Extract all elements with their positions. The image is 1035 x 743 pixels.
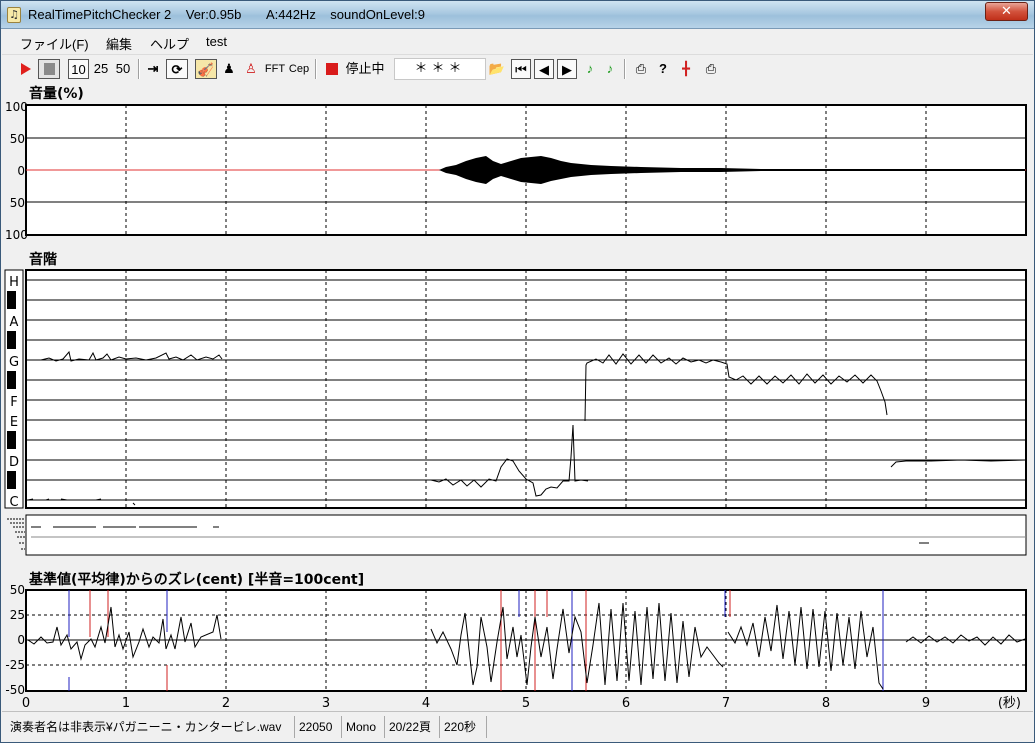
open-folder-icon[interactable]: 📂 (488, 59, 506, 79)
window-title: RealTimePitchChecker 2 Ver:0.95b A:442Hz… (28, 7, 425, 22)
status-indicator: 停止中 (345, 61, 385, 76)
volume-plot (25, 104, 1027, 236)
scale-pane-label: 音階 (29, 252, 57, 268)
cep-button[interactable]: Cep (288, 59, 310, 79)
previous-page-icon[interactable]: ◀ (534, 59, 554, 79)
time-tick: 0 (22, 696, 30, 711)
fft-button[interactable]: FFT (264, 59, 286, 79)
time-tick: 3 (322, 696, 330, 711)
time-tick: 6 (622, 696, 630, 711)
title-bar: ♫ RealTimePitchChecker 2 Ver:0.95b A:442… (1, 1, 1034, 29)
time-tick: 1 (122, 696, 130, 711)
menu-help[interactable]: ヘルプ (150, 34, 189, 53)
note-icon[interactable]: ♪ (582, 59, 598, 79)
status-length: 220秒 (439, 716, 480, 738)
toolbar-separator (624, 59, 626, 79)
status-sample-rate: 22050 (294, 716, 336, 738)
note-label: G (9, 355, 19, 370)
play-button[interactable] (18, 59, 34, 79)
intensity-strip (7, 514, 1027, 556)
note-label: F (10, 395, 17, 410)
note-alt-icon[interactable]: ♪ (602, 59, 618, 79)
menu-bar: ファイル(F) 編集 ヘルプ test (2, 31, 1033, 53)
note-label: C (9, 495, 18, 510)
menu-edit[interactable]: 編集 (106, 34, 132, 53)
time-tick: 7 (722, 696, 730, 711)
time-tick: 8 (822, 696, 830, 711)
note-label: A (10, 315, 19, 330)
help-icon[interactable]: ? (655, 59, 671, 79)
toolbar: 10 25 50 ⇥ ⟳ 🎻 ♟ ♙ FFT Cep 停止中 ＊＊＊ 📂 ⏮ ◀… (2, 54, 1033, 82)
skip-to-end-icon[interactable]: ⇥ (144, 59, 162, 79)
speed-10-button[interactable]: 10 (68, 59, 89, 79)
note-label: H (9, 275, 19, 290)
scale-plot: H A G F E D C (4, 269, 1027, 510)
close-button[interactable]: ✕ (985, 2, 1028, 21)
time-tick: 5 (522, 696, 530, 711)
status-file: 演奏者名は非表示¥パガニーニ・カンタービレ.wav (10, 720, 282, 734)
time-tick: 2 (222, 696, 230, 711)
menu-file[interactable]: ファイル(F) (20, 34, 89, 53)
menu-test[interactable]: test (206, 34, 227, 49)
status-channels: Mono (341, 716, 380, 738)
note-label: D (9, 455, 19, 470)
stop-button[interactable] (38, 59, 60, 79)
record-button[interactable] (324, 59, 340, 79)
record-icon (326, 63, 338, 75)
violin-icon[interactable]: 🎻 (195, 59, 217, 79)
speed-25-button[interactable]: 25 (91, 59, 111, 79)
player-icon[interactable]: ♟ (220, 59, 238, 79)
cent-pane-label: 基準値(平均律)からのズレ(cent) [半音=100cent] (29, 572, 365, 588)
first-page-icon[interactable]: ⏮ (511, 59, 531, 79)
volume-pane-label: 音量(%) (29, 86, 84, 102)
status-bar: 演奏者名は非表示¥パガニーニ・カンタービレ.wav 22050 Mono 20/… (2, 711, 1033, 742)
play-icon (21, 63, 31, 75)
time-tick: 9 (922, 696, 930, 711)
time-unit-label: (秒) (998, 696, 1021, 711)
cent-plot: 0 1 2 3 4 5 6 7 8 9 (秒) (22, 589, 1027, 711)
status-divider (486, 716, 487, 738)
speed-50-button[interactable]: 50 (113, 59, 133, 79)
loop-icon[interactable]: ⟳ (166, 59, 188, 79)
stop-icon (44, 63, 55, 75)
toolbar-separator (138, 59, 140, 79)
toolbar-separator (315, 59, 317, 79)
next-page-icon[interactable]: ▶ (557, 59, 577, 79)
status-pages: 20/22頁 (384, 716, 435, 738)
app-icon: ♫ (7, 7, 21, 23)
reference-display: ＊＊＊ (394, 58, 486, 80)
print-preview-icon[interactable]: ⎙ (701, 59, 721, 79)
singer-icon[interactable]: ♙ (242, 59, 260, 79)
time-tick: 4 (422, 696, 430, 711)
app-window: ♫ RealTimePitchChecker 2 Ver:0.95b A:442… (0, 0, 1035, 743)
note-label: E (10, 415, 18, 430)
marker-icon[interactable]: ╋ (677, 59, 695, 79)
print-icon[interactable]: ⎙ (631, 59, 651, 79)
